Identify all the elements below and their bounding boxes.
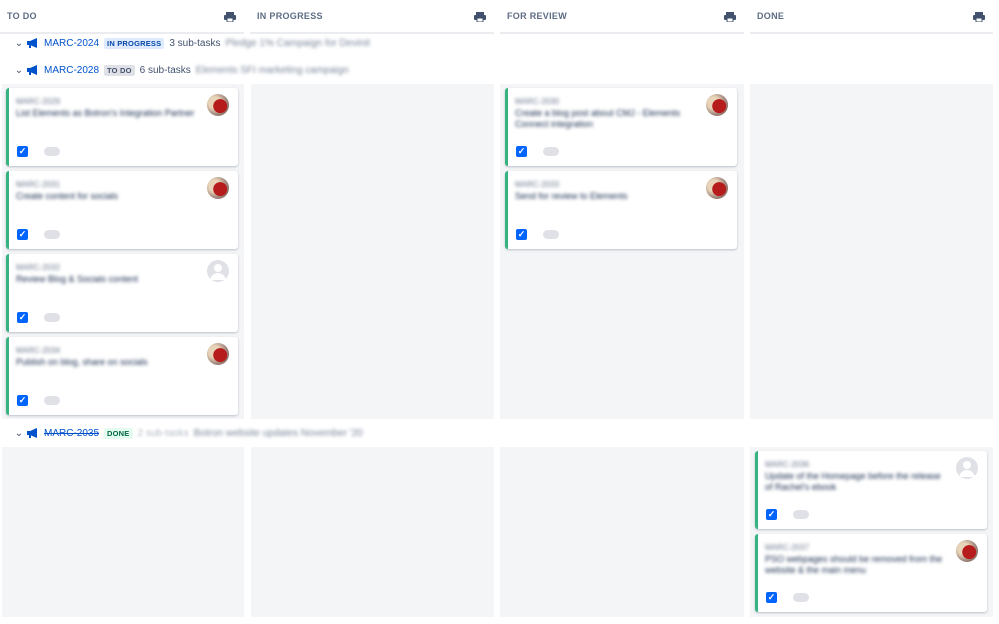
- lane-column-in-progress: [251, 447, 494, 617]
- user-icon: [210, 264, 226, 280]
- printer-icon[interactable]: [224, 12, 236, 22]
- issue-card[interactable]: MARC-2033 Send for review to Elements ✓: [505, 171, 737, 249]
- board-column-headers: TO DO IN PROGRESS FOR REVIEW DONE: [0, 0, 999, 34]
- swimlane-header-epic[interactable]: ⌄ MARC-2035 DONE 2 sub-tasks Botron webs…: [0, 423, 999, 443]
- epic-summary: Botron website updates November '20: [193, 427, 363, 439]
- avatar[interactable]: [706, 94, 728, 116]
- estimate-badge: [543, 230, 559, 239]
- checkbox-icon[interactable]: ✓: [17, 312, 28, 323]
- issue-key: MARC-2031: [16, 180, 61, 189]
- issue-card[interactable]: MARC-2032 Review Blog & Socials content …: [6, 254, 238, 332]
- avatar[interactable]: [706, 177, 728, 199]
- column-header-in-progress: IN PROGRESS: [250, 0, 494, 34]
- checkbox-icon[interactable]: ✓: [516, 146, 527, 157]
- issue-card[interactable]: MARC-2031 Create content for socials ✓: [6, 171, 238, 249]
- estimate-badge: [543, 147, 559, 156]
- megaphone-icon: [27, 65, 37, 75]
- issue-key: MARC-2033: [515, 180, 560, 189]
- issue-summary: Send for review to Elements: [515, 191, 628, 201]
- issue-summary: Create content for socials: [16, 191, 119, 201]
- subtask-count: 6 sub-tasks: [139, 64, 191, 76]
- issue-card[interactable]: MARC-2029 List Elements as Botron's Inte…: [6, 88, 238, 166]
- printer-icon[interactable]: [973, 12, 985, 22]
- issue-summary: Update of the Homepage before the releas…: [765, 471, 941, 492]
- lane-column-for-review: [500, 447, 744, 617]
- column-title: FOR REVIEW: [507, 11, 568, 21]
- lane-column-todo: [2, 447, 244, 617]
- issue-key: MARC-2032: [16, 263, 61, 272]
- lane-column-in-progress: [251, 84, 494, 419]
- avatar[interactable]: [207, 177, 229, 199]
- epic-key-link[interactable]: MARC-2028: [44, 65, 99, 76]
- estimate-badge: [793, 510, 809, 519]
- avatar[interactable]: [207, 343, 229, 365]
- issue-card[interactable]: MARC-2037 PSO webpages should be removed…: [755, 534, 987, 612]
- printer-icon[interactable]: [724, 12, 736, 22]
- status-lozenge: IN PROGRESS: [104, 37, 165, 49]
- column-header-done: DONE: [750, 0, 993, 34]
- issue-key: MARC-2029: [16, 97, 61, 106]
- status-lozenge: DONE: [104, 427, 133, 439]
- estimate-badge: [44, 147, 60, 156]
- issue-card[interactable]: MARC-2034 Publish on blog, share on soci…: [6, 337, 238, 415]
- checkbox-icon[interactable]: ✓: [766, 509, 777, 520]
- estimate-badge: [44, 396, 60, 405]
- issue-card[interactable]: MARC-2030 Create a blog post about CMJ -…: [505, 88, 737, 166]
- epic-key-link[interactable]: MARC-2035: [44, 428, 99, 439]
- swimlane-header-epic[interactable]: ⌄ MARC-2024 IN PROGRESS 3 sub-tasks Pled…: [0, 33, 999, 53]
- swimlane-header-epic[interactable]: ⌄ MARC-2028 TO DO 6 sub-tasks Elements S…: [0, 60, 999, 80]
- epic-summary: Elements SFI marketing campaign: [195, 64, 349, 76]
- epic-key-link[interactable]: MARC-2024: [44, 38, 99, 49]
- avatar[interactable]: [956, 540, 978, 562]
- issue-summary: Publish on blog, share on socials: [16, 357, 148, 367]
- column-title: DONE: [757, 11, 785, 21]
- column-header-todo: TO DO: [0, 0, 244, 34]
- checkbox-icon[interactable]: ✓: [516, 229, 527, 240]
- status-lozenge: TO DO: [104, 64, 135, 76]
- issue-key: MARC-2030: [515, 97, 560, 106]
- issue-key: MARC-2037: [765, 543, 810, 552]
- checkbox-icon[interactable]: ✓: [17, 229, 28, 240]
- column-title: TO DO: [7, 11, 37, 21]
- chevron-down-icon[interactable]: ⌄: [13, 38, 25, 49]
- issue-card[interactable]: MARC-2036 Update of the Homepage before …: [755, 451, 987, 529]
- issue-summary: PSO webpages should be removed from the …: [765, 554, 943, 575]
- avatar[interactable]: [956, 457, 978, 479]
- checkbox-icon[interactable]: ✓: [17, 395, 28, 406]
- subtask-count: 2 sub-tasks: [137, 427, 189, 439]
- issue-key: MARC-2034: [16, 346, 61, 355]
- lane-column-done: [750, 84, 993, 419]
- estimate-badge: [44, 230, 60, 239]
- chevron-down-icon[interactable]: ⌄: [13, 65, 25, 76]
- epic-summary: Pledge 1% Campaign for Devinit: [225, 37, 370, 49]
- checkbox-icon[interactable]: ✓: [17, 146, 28, 157]
- megaphone-icon: [27, 428, 37, 438]
- avatar[interactable]: [207, 260, 229, 282]
- issue-summary: List Elements as Botron's Integration Pa…: [16, 108, 195, 118]
- issue-key: MARC-2036: [765, 460, 810, 469]
- estimate-badge: [44, 313, 60, 322]
- estimate-badge: [793, 593, 809, 602]
- issue-summary: Create a blog post about CMJ - Elements …: [515, 108, 681, 129]
- column-title: IN PROGRESS: [257, 11, 323, 21]
- megaphone-icon: [27, 38, 37, 48]
- issue-summary: Review Blog & Socials content: [16, 274, 139, 284]
- checkbox-icon[interactable]: ✓: [766, 592, 777, 603]
- column-header-for-review: FOR REVIEW: [500, 0, 744, 34]
- user-icon: [959, 461, 975, 477]
- avatar[interactable]: [207, 94, 229, 116]
- subtask-count: 3 sub-tasks: [169, 37, 221, 49]
- chevron-down-icon[interactable]: ⌄: [13, 428, 25, 439]
- printer-icon[interactable]: [474, 12, 486, 22]
